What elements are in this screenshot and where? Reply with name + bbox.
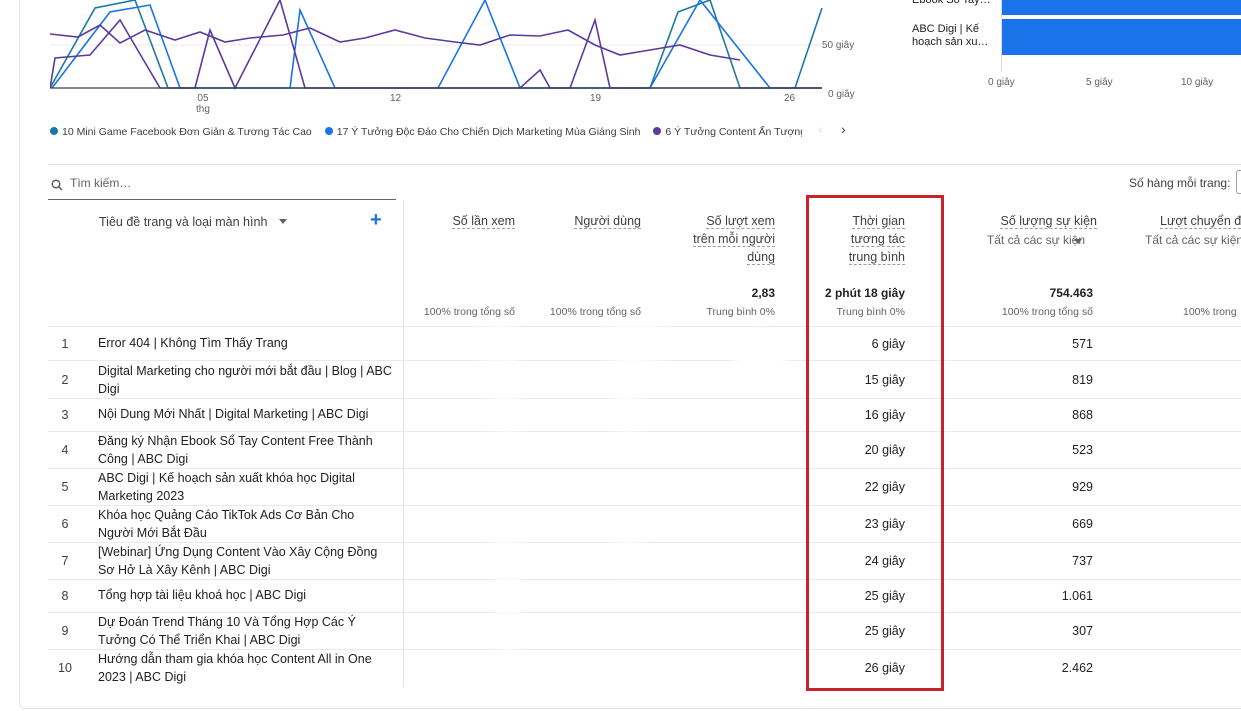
series-purple xyxy=(50,0,822,90)
row-number: 9 xyxy=(61,624,69,638)
line-chart xyxy=(50,0,823,90)
bar-x-tick-0: 0 giây xyxy=(988,77,1015,88)
dimension-header[interactable]: Tiêu đề trang và loại màn hình xyxy=(99,215,287,229)
row-events: 523 xyxy=(1072,443,1093,457)
pct-views: 100% trong tổng số xyxy=(423,306,515,318)
search-placeholder: Tìm kiếm… xyxy=(70,176,132,190)
legend-item-1[interactable]: 17 Ý Tưởng Độc Đáo Cho Chiến Dịch Market… xyxy=(324,126,641,138)
row-title[interactable]: ABC Digi | Kế hoạch sản xuất khóa học Di… xyxy=(98,469,393,505)
x-tick-12: 12 xyxy=(390,93,402,104)
bar-axis xyxy=(1001,0,1002,72)
event-count-filter[interactable]: Tất cả các sự kiện xyxy=(945,233,1085,247)
rows-per-page: Số hàng mỗi trang: xyxy=(1129,176,1231,190)
col-header-event-count[interactable]: Số lượng sự kiện xyxy=(945,212,1097,230)
redacted-value xyxy=(738,338,783,370)
search-icon xyxy=(51,179,63,191)
engagement-time-highlight xyxy=(806,195,944,691)
row-events: 571 xyxy=(1072,337,1093,351)
x-tick-19: 19 xyxy=(590,93,602,104)
row-number: 4 xyxy=(61,443,69,457)
redacted-value xyxy=(488,366,518,390)
col-header-conversions[interactable]: Lượt chuyển đ xyxy=(1160,212,1241,230)
row-events: 868 xyxy=(1072,408,1093,422)
row-number: 8 xyxy=(61,589,69,603)
chevron-left-icon[interactable]: ‹ xyxy=(818,121,823,137)
bar-0[interactable] xyxy=(1002,0,1241,15)
rows-per-page-select[interactable] xyxy=(1236,170,1241,194)
redacted-value xyxy=(605,328,667,358)
col-header-views-per-user[interactable]: Số lượt xem trên mỗi người dùng xyxy=(655,212,775,266)
row-title[interactable]: Digital Marketing cho người mới bắt đầu … xyxy=(98,362,393,398)
bar-1[interactable] xyxy=(1002,19,1241,55)
redacted-value xyxy=(492,544,520,570)
row-title[interactable]: Đăng ký Nhận Ebook Sổ Tay Content Free T… xyxy=(98,432,393,468)
row-events: 819 xyxy=(1072,373,1093,387)
y-tick-0: 0 giây xyxy=(828,89,855,100)
row-number: 6 xyxy=(61,517,69,531)
bar-label-1: ABC Digi | Kế hoạch sản xu… xyxy=(912,23,989,48)
dimension-column-divider xyxy=(403,200,404,687)
x-tick-05: 05 thg xyxy=(196,93,210,115)
search-input[interactable]: Tìm kiếm… xyxy=(48,173,396,200)
section-divider xyxy=(48,164,1241,165)
row-title[interactable]: Tổng hợp tài liệu khoá học | ABC Digi xyxy=(98,586,393,604)
row-title[interactable]: [Webinar] Ứng Dụng Content Vào Xây Cộng … xyxy=(98,543,393,579)
pct-conversions: 100% trong xyxy=(1183,306,1237,318)
series-blue xyxy=(51,0,822,89)
row-number: 2 xyxy=(61,373,69,387)
chevron-right-icon[interactable]: › xyxy=(841,121,846,137)
legend-item-0[interactable]: 10 Mini Game Facebook Đơn Giản & Tương T… xyxy=(50,126,312,138)
bar-x-tick-10: 10 giây xyxy=(1181,77,1214,88)
row-title[interactable]: Nội Dung Mới Nhất | Digital Marketing | … xyxy=(98,405,393,423)
redacted-value xyxy=(610,366,648,390)
row-events: 669 xyxy=(1072,517,1093,531)
row-title[interactable]: Khóa học Quảng Cáo TikTok Ads Cơ Bản Cho… xyxy=(98,506,393,542)
col-header-users[interactable]: Người dùng xyxy=(530,212,641,230)
conversions-filter[interactable]: Tất cả các sự kiện xyxy=(1145,233,1241,247)
total-views-per-user: 2,83 xyxy=(751,286,775,300)
row-number: 5 xyxy=(61,480,69,494)
redacted-value xyxy=(495,618,521,640)
total-events: 754.463 xyxy=(1049,286,1093,300)
row-number: 1 xyxy=(61,337,69,351)
pct-events: 100% trong tổng số xyxy=(1001,306,1093,318)
redacted-value xyxy=(612,402,642,426)
x-tick-26: 26 xyxy=(784,93,796,104)
row-title[interactable]: Dự Đoán Trend Tháng 10 Và Tổng Hợp Các Ý… xyxy=(98,613,393,649)
caret-down-icon[interactable] xyxy=(1074,239,1082,244)
row-number: 10 xyxy=(58,661,72,675)
bar-label-0: Ebook Sổ Tay… xyxy=(912,0,991,6)
caret-down-icon[interactable] xyxy=(278,219,287,224)
col-header-views[interactable]: Số lần xem xyxy=(405,212,515,230)
row-number: 3 xyxy=(61,408,69,422)
plus-icon[interactable]: + xyxy=(370,209,382,232)
row-number: 7 xyxy=(61,554,69,568)
series-teal xyxy=(50,0,823,89)
chart-legend: 10 Mini Game Facebook Đơn Giản & Tương T… xyxy=(50,126,802,140)
redacted-value xyxy=(490,402,520,426)
pct-users: 100% trong tổng số xyxy=(549,306,641,318)
redacted-value xyxy=(614,545,644,569)
row-events: 2.462 xyxy=(1061,661,1093,675)
row-events: 737 xyxy=(1072,554,1093,568)
row-title[interactable]: Error 404 | Không Tìm Thấy Trang xyxy=(98,334,393,352)
y-tick-50: 50 giây xyxy=(822,40,855,51)
pct-views-per-user: Trung bình 0% xyxy=(706,306,776,318)
row-events: 307 xyxy=(1072,624,1093,638)
bar-x-tick-5: 5 giây xyxy=(1086,77,1113,88)
legend-item-2[interactable]: 6 Ý Tưởng Content Ấn Tượng xyxy=(653,126,802,138)
row-events: 929 xyxy=(1072,480,1093,494)
redacted-value xyxy=(495,656,521,678)
row-events: 1.061 xyxy=(1061,589,1093,603)
redacted-value xyxy=(495,583,521,607)
row-title[interactable]: Hướng dẫn tham gia khóa học Content All … xyxy=(98,650,393,686)
redacted-value xyxy=(478,330,518,354)
